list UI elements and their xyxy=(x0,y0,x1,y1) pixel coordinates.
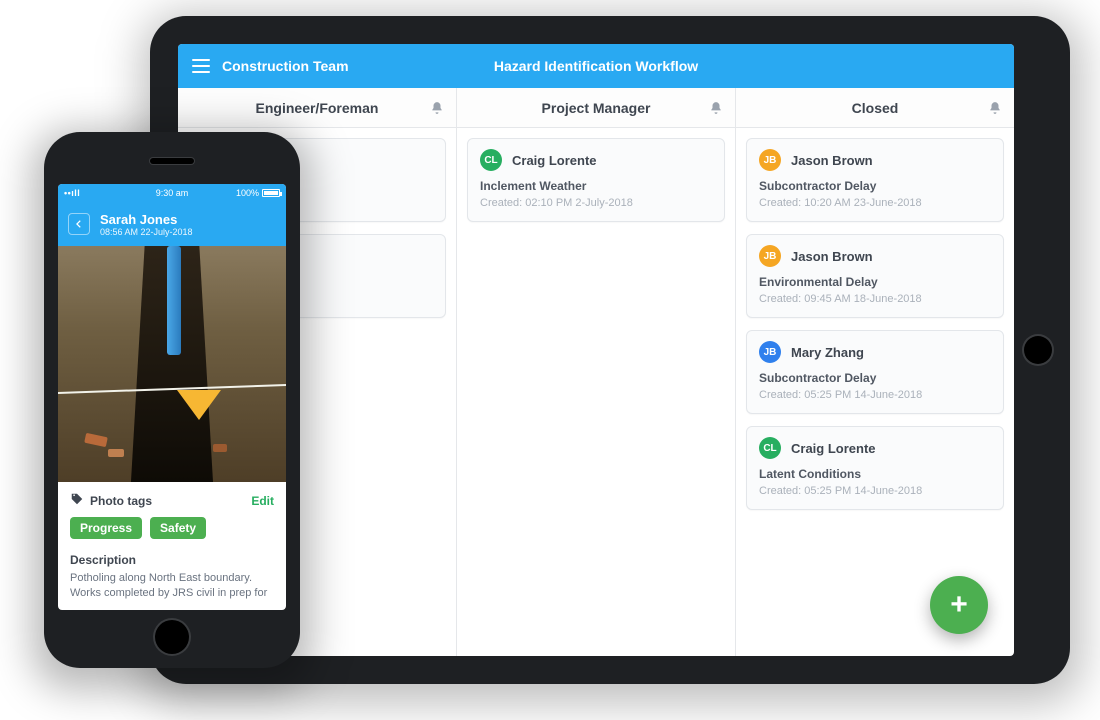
column-header: Project Manager xyxy=(457,88,735,128)
card-subject: Subcontractor Delay xyxy=(759,371,991,385)
column-header: Engineer/Foreman xyxy=(178,88,456,128)
record-timestamp: 08:56 AM 22-July-2018 xyxy=(100,227,193,237)
add-hazard-button[interactable]: + xyxy=(930,576,988,634)
bell-icon[interactable] xyxy=(988,101,1002,115)
phone-speaker xyxy=(150,158,194,164)
tag-icon xyxy=(70,492,84,509)
phone-screen: ••ıll 9:30 am 100% Sarah Jones 08:56 AM … xyxy=(58,184,286,610)
card-created: Created: 05:25 PM 14-June-2018 xyxy=(759,485,991,497)
card-subject: Subcontractor Delay xyxy=(759,179,991,193)
battery-icon xyxy=(262,189,280,197)
flag-illustration xyxy=(177,390,221,420)
hazard-card[interactable]: JB Mary Zhang Subcontractor Delay Create… xyxy=(746,330,1004,414)
avatar: JB xyxy=(759,245,781,267)
column-title: Closed xyxy=(852,100,899,116)
record-header: Sarah Jones 08:56 AM 22-July-2018 xyxy=(58,202,286,246)
card-subject: Environmental Delay xyxy=(759,275,991,289)
card-created: Created: 10:20 AM 23-June-2018 xyxy=(759,197,991,209)
pipe-illustration xyxy=(167,246,181,355)
hazard-card[interactable]: CL Craig Lorente Inclement Weather Creat… xyxy=(467,138,725,222)
column-title: Project Manager xyxy=(542,100,651,116)
card-subject: Latent Conditions xyxy=(759,467,991,481)
record-photo[interactable] xyxy=(58,246,286,482)
card-author: Craig Lorente xyxy=(791,441,876,456)
back-button[interactable] xyxy=(68,213,90,235)
card-author: Mary Zhang xyxy=(791,345,864,360)
phone-home-button[interactable] xyxy=(155,620,189,654)
tag-chip[interactable]: Safety xyxy=(150,517,206,539)
bell-icon[interactable] xyxy=(709,101,723,115)
avatar: JB xyxy=(759,149,781,171)
phone-frame: ••ıll 9:30 am 100% Sarah Jones 08:56 AM … xyxy=(44,132,300,668)
column-project-manager: Project Manager CL Craig Lorente Incleme… xyxy=(457,88,736,656)
record-detail: Photo tags Edit Progress Safety Descript… xyxy=(58,482,286,601)
hazard-card[interactable]: JB Jason Brown Environmental Delay Creat… xyxy=(746,234,1004,318)
edit-tags-link[interactable]: Edit xyxy=(251,494,274,508)
card-subject: Inclement Weather xyxy=(480,179,712,193)
rubble-illustration xyxy=(108,449,124,457)
status-bar: ••ıll 9:30 am 100% xyxy=(58,184,286,202)
card-created: Created: 02:10 PM 2-July-2018 xyxy=(480,197,712,209)
column-body: JB Jason Brown Subcontractor Delay Creat… xyxy=(736,128,1014,656)
tag-chip[interactable]: Progress xyxy=(70,517,142,539)
column-header: Closed xyxy=(736,88,1014,128)
avatar: CL xyxy=(759,437,781,459)
record-author: Sarah Jones xyxy=(100,212,193,227)
avatar: CL xyxy=(480,149,502,171)
status-time: 9:30 am xyxy=(58,188,286,198)
photo-tags-label: Photo tags xyxy=(90,494,152,508)
card-created: Created: 09:45 AM 18-June-2018 xyxy=(759,293,991,305)
card-author: Jason Brown xyxy=(791,249,873,264)
hazard-card[interactable]: JB Jason Brown Subcontractor Delay Creat… xyxy=(746,138,1004,222)
bell-icon[interactable] xyxy=(430,101,444,115)
column-body: CL Craig Lorente Inclement Weather Creat… xyxy=(457,128,735,656)
rubble-illustration xyxy=(85,433,109,447)
description-text: Potholing along North East boundary. Wor… xyxy=(70,571,274,601)
plus-icon: + xyxy=(950,588,968,622)
menu-icon[interactable] xyxy=(192,59,210,73)
tape-illustration xyxy=(58,383,286,394)
tablet-home-button[interactable] xyxy=(1024,336,1052,364)
avatar: JB xyxy=(759,341,781,363)
rubble-illustration xyxy=(213,444,227,452)
team-name: Construction Team xyxy=(222,58,349,74)
card-author: Craig Lorente xyxy=(512,153,597,168)
card-author: Jason Brown xyxy=(791,153,873,168)
column-title: Engineer/Foreman xyxy=(256,100,379,116)
app-header: Construction Team Hazard Identification … xyxy=(178,44,1014,88)
card-created: Created: 05:25 PM 14-June-2018 xyxy=(759,389,991,401)
description-label: Description xyxy=(70,553,274,567)
hazard-card[interactable]: CL Craig Lorente Latent Conditions Creat… xyxy=(746,426,1004,510)
column-closed: Closed JB Jason Brown Subcontractor Dela… xyxy=(736,88,1014,656)
